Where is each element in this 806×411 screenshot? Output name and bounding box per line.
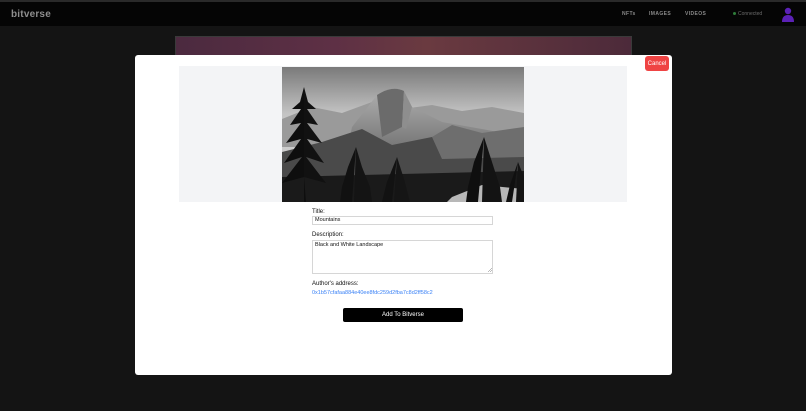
connection-status: Connected bbox=[733, 11, 762, 17]
nav-link-videos[interactable]: VIDEOS bbox=[685, 11, 706, 17]
connection-status-label: Connected bbox=[738, 11, 763, 17]
author-address-label: Author's address: bbox=[312, 281, 359, 287]
app-logo[interactable]: bitverse bbox=[11, 9, 51, 20]
description-textarea[interactable]: Black and White Landscape bbox=[312, 240, 493, 274]
title-input[interactable]: Mountains bbox=[312, 216, 493, 225]
description-label: Description: bbox=[312, 232, 344, 238]
status-dot-icon bbox=[733, 12, 736, 16]
resize-handle-icon[interactable] bbox=[488, 268, 492, 272]
cancel-button[interactable]: Cancel bbox=[645, 56, 669, 71]
user-avatar[interactable] bbox=[782, 7, 794, 22]
nav-link-nfts[interactable]: NFTs bbox=[622, 11, 636, 17]
top-navbar: bitverse NFTs IMAGES VIDEOS Connected bbox=[0, 0, 806, 26]
title-label: Title: bbox=[312, 209, 325, 215]
nav-link-images[interactable]: IMAGES bbox=[649, 11, 671, 17]
mountain-landscape-image bbox=[282, 67, 524, 202]
background-banner-frame bbox=[175, 36, 632, 56]
author-address-link[interactable]: 0x1b57cfafaa884e40ee8fdc259d2fba7c8d2ff5… bbox=[312, 290, 433, 296]
add-to-bitverse-button[interactable]: Add To Bitverse bbox=[343, 308, 463, 322]
